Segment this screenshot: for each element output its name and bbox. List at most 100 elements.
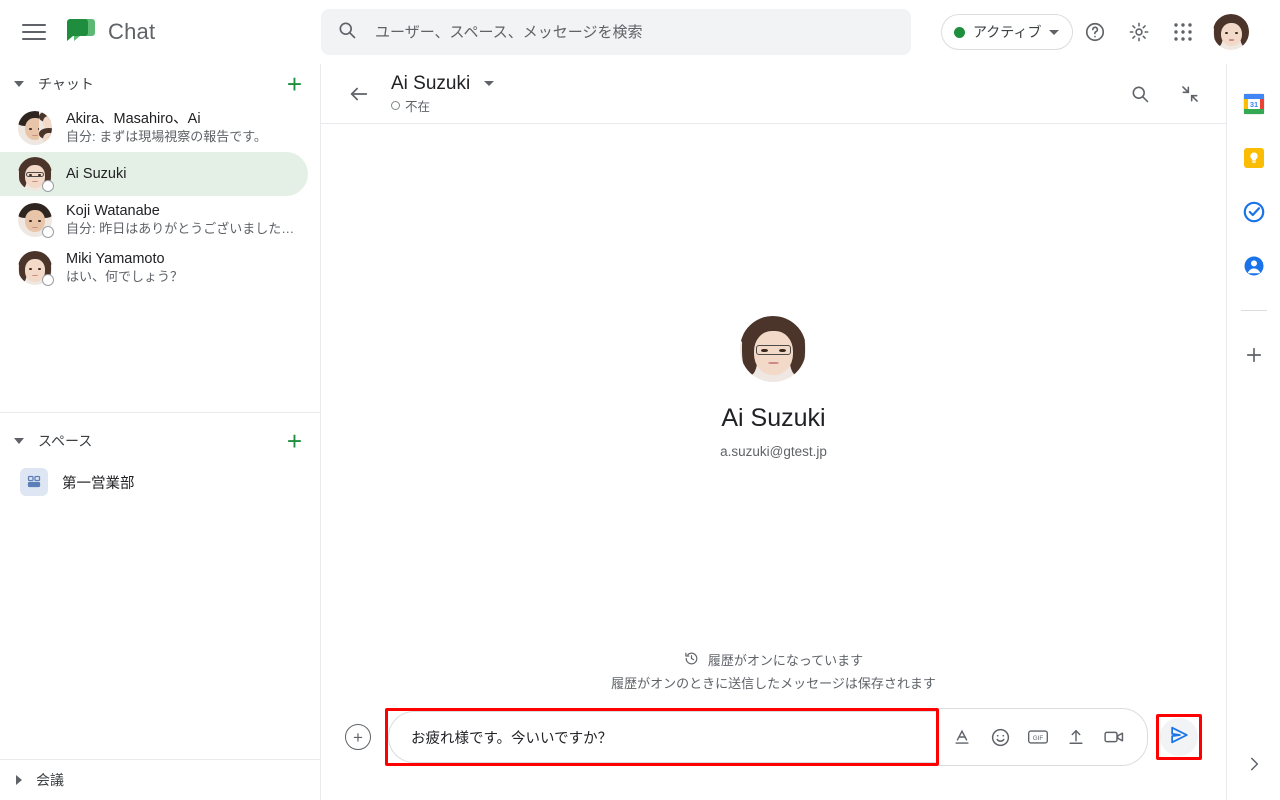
gear-icon[interactable] <box>1117 10 1161 54</box>
spaces-section-title: スペース <box>38 431 279 451</box>
chat-item-text: Akira、Masahiro、Ai 自分: まずは現場視察の報告です。 <box>66 111 306 145</box>
profile-email: a.suzuki@gtest.jp <box>720 444 827 459</box>
format-icon[interactable] <box>947 722 977 752</box>
add-app-button[interactable] <box>1240 341 1268 369</box>
avatar <box>18 251 52 285</box>
top-bar-left: Chat <box>0 18 320 46</box>
triangle-down-icon <box>14 81 24 87</box>
brand: Chat <box>66 18 155 46</box>
chat-list-item[interactable]: Miki Yamamoto はい、何でしょう？ <box>0 244 320 292</box>
avatar <box>18 203 52 237</box>
conversation-status: 不在 <box>391 96 494 115</box>
sidebar-section-meetings[interactable]: 会議 <box>0 760 320 800</box>
sidebar-divider <box>0 412 320 413</box>
triangle-right-icon <box>16 775 22 785</box>
chat-section-title: チャット <box>38 74 279 94</box>
google-chat-app: Chat アクティブ <box>0 0 1280 800</box>
tasks-icon[interactable] <box>1240 198 1268 226</box>
profile-card: Ai Suzuki a.suzuki@gtest.jp <box>720 316 827 459</box>
rail-divider <box>1241 310 1267 311</box>
apps-grid-icon[interactable] <box>1161 10 1205 54</box>
status-button[interactable]: アクティブ <box>941 14 1073 50</box>
send-icon <box>1168 724 1190 751</box>
video-icon[interactable] <box>1099 722 1129 752</box>
top-bar: Chat アクティブ <box>0 0 1280 64</box>
conversation-title: Ai Suzuki <box>391 73 470 95</box>
new-space-button[interactable]: + <box>287 428 302 454</box>
conversation-title-line[interactable]: Ai Suzuki <box>391 73 494 95</box>
presence-away-icon <box>42 274 54 286</box>
composer-tools: GIF <box>939 708 1148 766</box>
chevron-down-icon[interactable] <box>484 81 494 86</box>
google-chat-logo <box>66 18 96 46</box>
send-button-highlight <box>1156 714 1202 760</box>
history-notice-text: 履歴がオンになっています <box>708 650 863 669</box>
status-label: アクティブ <box>973 22 1041 42</box>
message-input[interactable] <box>411 729 936 745</box>
conversation-panel: Ai Suzuki 不在 <box>320 64 1226 800</box>
history-notice-line2: 履歴がオンのときに送信したメッセージは保存されます <box>611 673 936 692</box>
calendar-icon[interactable]: 31 <box>1240 90 1268 118</box>
chat-list-item-ai-suzuki[interactable]: Ai Suzuki <box>0 152 308 196</box>
sidebar-spacer <box>0 292 320 404</box>
conversation-status-label: 不在 <box>405 96 430 115</box>
app-title: Chat <box>108 19 155 45</box>
group-avatar <box>18 111 52 145</box>
keep-icon[interactable] <box>1240 144 1268 172</box>
conversation-header: Ai Suzuki 不在 <box>321 64 1226 124</box>
account-avatar[interactable] <box>1213 14 1249 50</box>
search-bar[interactable] <box>321 9 911 55</box>
presence-away-icon <box>391 101 400 110</box>
avatar <box>18 157 52 191</box>
contacts-icon[interactable] <box>1240 252 1268 280</box>
message-input-box[interactable] <box>388 711 936 763</box>
chat-item-preview: はい、何でしょう？ <box>66 268 306 285</box>
space-name: 第一営業部 <box>62 472 135 493</box>
top-bar-right: アクティブ <box>320 9 1280 55</box>
top-bar-actions: アクティブ <box>941 10 1249 54</box>
emoji-icon[interactable] <box>985 722 1015 752</box>
gif-icon[interactable]: GIF <box>1023 722 1053 752</box>
chat-list-item[interactable]: Koji Watanabe 自分: 昨日はありがとうございました… <box>0 196 320 244</box>
avatar <box>18 111 52 145</box>
chat-item-preview: 自分: 昨日はありがとうございました… <box>66 220 306 237</box>
search-input[interactable] <box>375 24 895 41</box>
collapse-icon[interactable] <box>1168 72 1212 116</box>
chat-item-preview: 自分: まずは現場視察の報告です。 <box>66 128 306 145</box>
chevron-right-icon[interactable] <box>1240 750 1268 778</box>
chat-item-name: Akira、Masahiro、Ai <box>66 111 306 128</box>
search-icon[interactable] <box>1118 72 1162 116</box>
history-notice-line1: 履歴がオンになっています <box>611 650 936 669</box>
chevron-down-icon <box>1049 30 1059 35</box>
presence-away-icon <box>42 226 54 238</box>
meetings-section-title: 会議 <box>36 770 302 790</box>
chat-item-text: Ai Suzuki <box>66 166 294 183</box>
chat-item-text: Koji Watanabe 自分: 昨日はありがとうございました… <box>66 203 306 237</box>
hamburger-icon[interactable] <box>22 19 48 45</box>
history-clock-icon <box>684 651 699 669</box>
new-chat-button[interactable]: + <box>287 71 302 97</box>
chat-item-name: Ai Suzuki <box>66 166 294 183</box>
svg-text:GIF: GIF <box>1033 735 1044 742</box>
right-rail: 31 <box>1226 64 1280 800</box>
history-notice: 履歴がオンになっています 履歴がオンのときに送信したメッセージは保存されます <box>611 650 936 692</box>
chat-item-name: Koji Watanabe <box>66 203 306 220</box>
back-arrow-icon[interactable] <box>339 74 379 114</box>
sidebar-section-chat[interactable]: チャット + <box>0 64 320 104</box>
send-button[interactable] <box>1160 718 1198 756</box>
sidebar: チャット + Akira、Masahiro、Ai 自分: まずは現場視察の報告で… <box>0 64 320 800</box>
svg-text:31: 31 <box>1249 100 1257 109</box>
profile-name: Ai Suzuki <box>721 404 825 433</box>
sidebar-bottom: 会議 <box>0 759 320 800</box>
help-icon[interactable] <box>1073 10 1117 54</box>
message-input-highlight <box>385 708 939 766</box>
space-roster-icon <box>20 468 48 496</box>
upload-icon[interactable] <box>1061 722 1091 752</box>
conversation-title-wrap: Ai Suzuki 不在 <box>391 73 494 115</box>
chat-list-item[interactable]: Akira、Masahiro、Ai 自分: まずは現場視察の報告です。 <box>0 104 320 152</box>
plus-circle-icon[interactable]: + <box>345 724 371 750</box>
sidebar-section-spaces[interactable]: スペース + <box>0 421 320 461</box>
space-list-item[interactable]: 第一営業部 <box>0 461 320 503</box>
conversation-body: Ai Suzuki a.suzuki@gtest.jp 履歴がオンになっています <box>321 124 1226 800</box>
conversation-header-actions <box>1118 72 1212 116</box>
